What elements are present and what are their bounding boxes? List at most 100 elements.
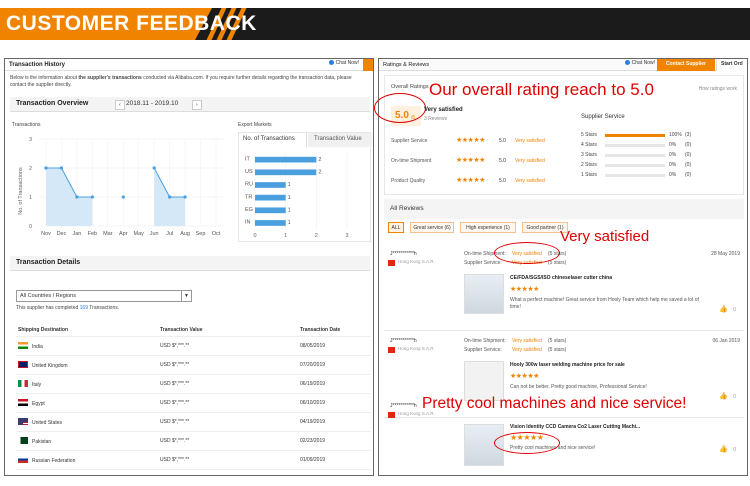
thumbs-up-icon[interactable]: 👍: [719, 445, 728, 453]
review-filter-chip[interactable]: ALL: [388, 222, 404, 233]
y-tick-label: 3: [29, 137, 32, 143]
data-point: [90, 195, 94, 199]
y-tick-label: IN: [245, 220, 251, 226]
egypt-flag-icon: [18, 398, 28, 406]
how-ratings-link[interactable]: How ratings work: [699, 86, 737, 92]
prev-period-button[interactable]: ‹: [115, 100, 125, 110]
product-thumbnail[interactable]: [464, 274, 504, 314]
x-tick-label: Mar: [103, 231, 113, 237]
distribution-pct: 0%: [669, 142, 677, 148]
product-title[interactable]: Vision Identity CCD Camera Co2 Laser Cut…: [510, 424, 640, 430]
review-filter-chip[interactable]: Great service (6): [410, 222, 454, 233]
shipment-value: Very satisfied: [512, 338, 542, 344]
export-markets-chart: 0 1 2 3 IT 2 US 2 RU 1 TR 1 EG 1 IN 1: [245, 153, 349, 239]
annotation-cool: Pretty cool machines and nice service!: [422, 395, 687, 412]
data-point: [183, 195, 187, 199]
shipment-stars: (5 stars): [548, 338, 567, 344]
col-date: Transaction Date: [298, 324, 371, 337]
table-header-row: Shipping Destination Transaction Value T…: [16, 324, 371, 337]
panel-title: Ratings & Reviews: [383, 62, 430, 68]
reviewer-name: J***********h: [390, 251, 417, 257]
export-markets-box: No. of Transactions Transaction Value 0 1…: [238, 132, 372, 242]
tab-transaction-count[interactable]: No. of Transactions: [239, 133, 307, 147]
col-value: Transaction Value: [158, 324, 298, 337]
annotation-circle: [494, 242, 560, 264]
chat-now-link[interactable]: Chat Now!: [329, 60, 359, 66]
rating-score: 5.0: [499, 158, 506, 164]
panel-header: Transaction History Chat Now!: [5, 59, 373, 71]
annotation-satisfied: Very satisfied: [560, 228, 650, 245]
bar-value-label: 1: [288, 207, 291, 213]
completed-text: This supplier has completed 169 Transact…: [16, 305, 120, 311]
bar: [255, 156, 317, 163]
x-tick-label: Aug: [180, 231, 190, 237]
distribution-track: [605, 154, 665, 157]
panel-title: Transaction History: [9, 62, 66, 68]
like-count: 0: [733, 307, 736, 313]
all-reviews-bar: All Reviews: [384, 199, 744, 219]
table-row: India USD $*,***.** 08/05/2019: [16, 336, 371, 356]
rating-text: Very satisfied: [515, 138, 545, 144]
all-reviews-title: All Reviews: [390, 205, 424, 212]
distribution-count: (3): [685, 132, 692, 138]
uk-flag-icon: [18, 360, 28, 368]
bar: [255, 207, 286, 214]
transactions-table: Shipping Destination Transaction Value T…: [16, 324, 371, 470]
chevron-down-icon: ▼: [181, 291, 191, 301]
distribution-label: 1 Stars: [581, 172, 597, 178]
annotation-circle: [374, 93, 426, 123]
bar: [255, 169, 317, 176]
bar-value-label: 2: [318, 169, 321, 175]
service-value: Very satisfied: [512, 347, 542, 353]
service-label: Supplier Service:: [464, 347, 502, 353]
review-filter-chip[interactable]: High experience (1): [460, 222, 516, 233]
distribution-track: [605, 134, 665, 137]
review-comment: What a perfect machine! Great service fr…: [510, 297, 699, 310]
next-period-button[interactable]: ›: [192, 100, 202, 110]
russia-flag-icon: [18, 455, 28, 463]
product-title[interactable]: Hooly 300w laser welding machine price f…: [510, 362, 625, 368]
rating-label: Supplier Service: [391, 138, 428, 144]
distribution-pct: 0%: [669, 172, 677, 178]
x-tick-label: 3: [345, 233, 348, 239]
distribution-row: 1 Stars 0% (0): [581, 172, 741, 180]
annotation-circle: [494, 432, 560, 454]
service-stars: (5 stars): [548, 260, 567, 266]
hk-flag-icon: [388, 347, 395, 353]
distribution-title: Supplier Service: [581, 114, 625, 120]
distribution-count: (0): [685, 172, 692, 178]
contact-supplier-button[interactable]: Contact Supplier: [657, 59, 715, 71]
country-filter-select[interactable]: All Countries / Regions ▼: [16, 290, 192, 302]
thumbs-up-icon[interactable]: 👍: [719, 305, 728, 313]
orange-tab[interactable]: [363, 59, 373, 71]
reviewer-company: Hong Kong S.A.R.: [398, 259, 435, 264]
data-point: [44, 166, 48, 170]
ratings-reviews-panel: Ratings & Reviews Chat Now! Contact Supp…: [378, 58, 748, 476]
italy-flag-icon: [18, 379, 28, 387]
x-tick-label: Dec: [57, 231, 67, 237]
x-tick-label: Sep: [196, 231, 206, 237]
banner-title: CUSTOMER FEEDBACK: [6, 12, 257, 35]
product-title[interactable]: CE/FDA/SGS/ISO chineselaser cutter china: [510, 275, 612, 281]
like-count: 0: [733, 447, 736, 453]
rating-text: Very satisfied: [515, 178, 545, 184]
distribution-track: [605, 144, 665, 147]
y-tick-label: TR: [245, 194, 252, 200]
x-tick-label: 0: [253, 233, 256, 239]
distribution-fill: [605, 134, 665, 137]
bar-value-label: 2: [318, 157, 321, 163]
tab-transaction-value[interactable]: Transaction Value: [308, 133, 372, 147]
bar: [255, 194, 286, 201]
overall-label: Overall Ratings: [391, 84, 429, 90]
rating-row: On-time Shipment ★★★★★ 5.0 Very satisfie…: [391, 156, 571, 166]
annotation-overall: Our overall rating reach to 5.0: [429, 80, 654, 99]
chat-now-link[interactable]: Chat Now!: [625, 60, 655, 66]
bar: [255, 182, 286, 188]
start-order-button[interactable]: Start Ord: [716, 59, 747, 71]
rating-text: Very satisfied: [515, 158, 545, 164]
distribution-count: (0): [685, 162, 692, 168]
rating-label: Product Quality: [391, 178, 426, 184]
review-date: 06 Jan 2019: [712, 338, 740, 344]
x-tick-label: Jan: [72, 231, 81, 237]
hk-flag-icon: [388, 412, 395, 418]
